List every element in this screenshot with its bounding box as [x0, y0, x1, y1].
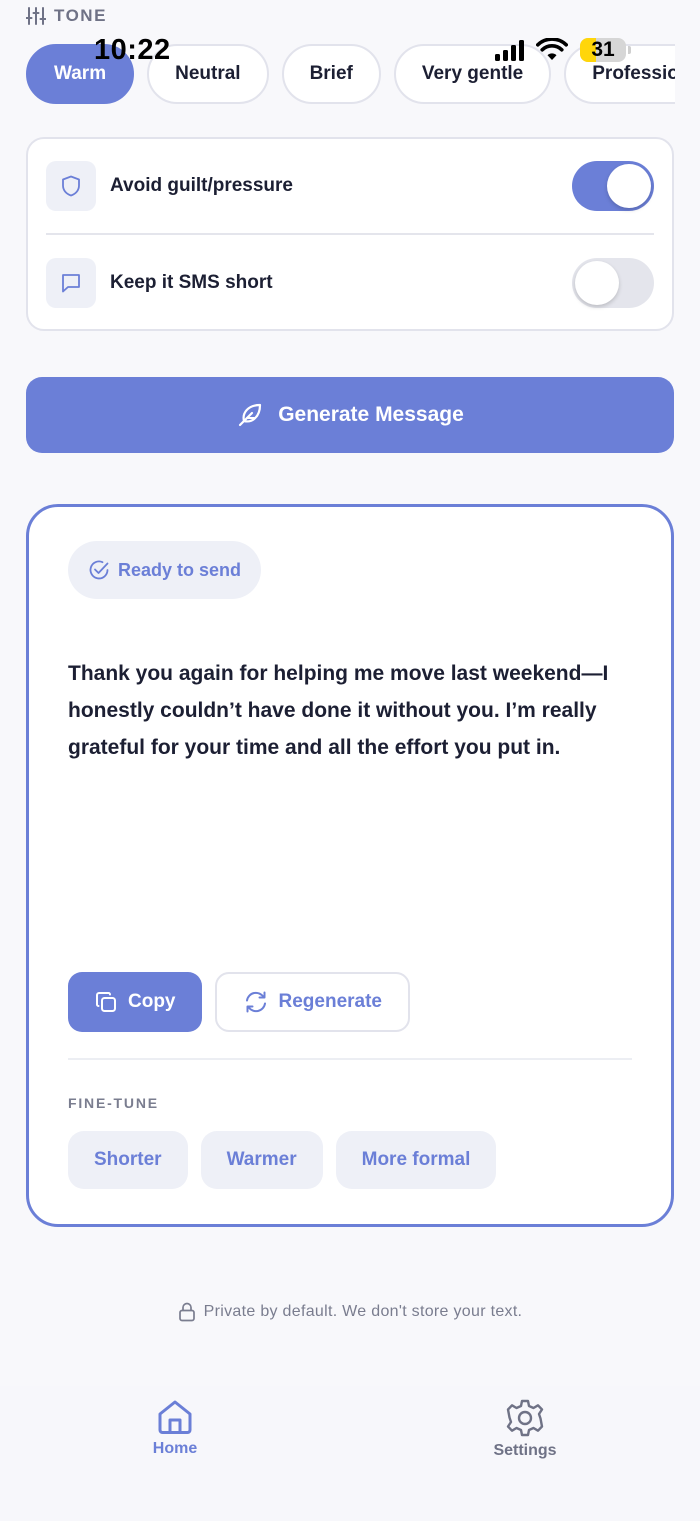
privacy-note: Private by default. We don't store your … — [0, 1302, 700, 1322]
tab-home[interactable]: Home — [105, 1398, 245, 1458]
option-sms-short[interactable]: Keep it SMS short — [46, 235, 654, 331]
copy-icon — [96, 992, 116, 1012]
gear-icon — [506, 1399, 544, 1437]
privacy-note-text: Private by default. We don't store your … — [203, 1303, 523, 1320]
option-label: Keep it SMS short — [110, 272, 273, 293]
avoid-guilt-toggle[interactable] — [572, 161, 654, 211]
bottom-tab-bar: Home Settings — [0, 1386, 700, 1521]
chat-bubble-icon — [46, 258, 96, 308]
feather-icon — [239, 403, 262, 427]
copy-button[interactable]: Copy — [68, 972, 202, 1032]
result-actions: Copy Regenerate — [68, 972, 410, 1032]
option-label: Avoid guilt/pressure — [110, 175, 293, 196]
cellular-signal-icon — [495, 39, 524, 61]
battery-indicator: 31 — [580, 38, 631, 62]
sms-short-toggle[interactable] — [572, 258, 654, 308]
sliders-icon — [26, 7, 46, 25]
regenerate-label: Regenerate — [278, 991, 383, 1012]
finetune-chips: Shorter Warmer More formal — [68, 1131, 497, 1189]
copy-label: Copy — [128, 991, 176, 1012]
generate-message-button[interactable]: Generate Message — [26, 377, 674, 453]
wifi-icon — [536, 38, 568, 60]
generated-message-text[interactable]: Thank you again for helping me move last… — [68, 655, 628, 766]
message-options-card: Avoid guilt/pressure Keep it SMS short — [26, 137, 674, 331]
status-icons: 31 — [495, 38, 631, 62]
finetune-warmer-button[interactable]: Warmer — [200, 1131, 323, 1189]
ready-status-badge: Ready to send — [68, 541, 262, 599]
result-card: Ready to send Thank you again for helpin… — [26, 504, 674, 1227]
status-time: 10:22 — [94, 34, 171, 66]
lock-icon — [178, 1302, 195, 1322]
option-avoid-guilt[interactable]: Avoid guilt/pressure — [46, 139, 654, 235]
tab-home-label: Home — [152, 1440, 198, 1457]
tone-section-label: TONE — [26, 6, 107, 26]
home-icon — [158, 1400, 192, 1434]
finetune-label: FINE-TUNE — [68, 1095, 159, 1111]
tone-label-text: TONE — [54, 6, 107, 25]
tab-settings-label: Settings — [493, 1442, 557, 1459]
regenerate-button[interactable]: Regenerate — [214, 972, 410, 1032]
shield-icon — [46, 161, 96, 211]
check-circle-icon — [89, 560, 109, 580]
generate-label: Generate Message — [278, 403, 464, 426]
battery-level: 31 — [591, 38, 615, 61]
divider — [68, 1058, 632, 1060]
finetune-shorter-button[interactable]: Shorter — [68, 1131, 188, 1189]
tone-chip-brief[interactable]: Brief — [281, 44, 381, 104]
tab-settings[interactable]: Settings — [455, 1398, 595, 1460]
finetune-more-formal-button[interactable]: More formal — [335, 1131, 497, 1189]
ready-status-text: Ready to send — [118, 559, 242, 580]
refresh-icon — [245, 991, 266, 1013]
